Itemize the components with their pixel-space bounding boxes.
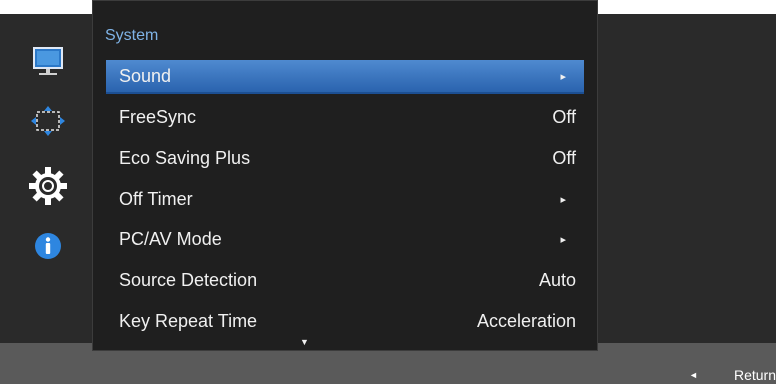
- submenu-arrow-icon: ▸: [560, 233, 566, 246]
- system-gear-icon[interactable]: [28, 167, 68, 205]
- menu-item-value: Off: [552, 147, 576, 168]
- menu-item-pc-av-mode[interactable]: PC/AV Mode ▸: [106, 222, 584, 256]
- information-icon[interactable]: [28, 228, 68, 264]
- menu-item-label: Source Detection: [119, 269, 258, 290]
- picture-icon[interactable]: [28, 44, 68, 80]
- menu-item-value: Off: [552, 106, 576, 127]
- menu-item-source-detection[interactable]: Source Detection Auto: [106, 263, 584, 297]
- menu-item-key-repeat-time[interactable]: Key Repeat Time Acceleration: [106, 304, 584, 338]
- menu-item-eco-saving-plus[interactable]: Eco Saving Plus Off: [106, 141, 584, 175]
- menu-item-off-timer[interactable]: Off Timer ▸: [106, 182, 584, 216]
- menu-item-sound[interactable]: Sound ▸: [106, 60, 584, 94]
- menu-item-label: Off Timer: [119, 188, 193, 209]
- menu-item-label: Sound: [119, 65, 172, 86]
- menu-item-value: Auto: [538, 269, 576, 290]
- submenu-arrow-icon: ▸: [560, 70, 566, 83]
- return-label: Return: [733, 367, 776, 383]
- menu-item-label: FreeSync: [119, 106, 197, 127]
- onscreen-display-icon[interactable]: [28, 104, 68, 140]
- submenu-arrow-icon: ▸: [560, 193, 566, 206]
- menu-item-label: Eco Saving Plus: [119, 147, 251, 168]
- system-menu-panel: System Sound ▸ FreeSync Off Eco Saving P…: [92, 0, 598, 351]
- menu-item-value: Acceleration: [476, 310, 576, 331]
- scroll-down-icon[interactable]: ▼: [300, 337, 309, 347]
- menu-item-freesync[interactable]: FreeSync Off: [106, 100, 584, 134]
- sidebar-menu: [0, 14, 92, 343]
- left-arrow-icon: ◄: [689, 370, 698, 380]
- menu-item-label: PC/AV Mode: [119, 228, 222, 249]
- menu-title: System: [105, 27, 159, 44]
- return-hint[interactable]: ◄ Return: [689, 366, 776, 384]
- menu-item-label: Key Repeat Time: [119, 310, 258, 331]
